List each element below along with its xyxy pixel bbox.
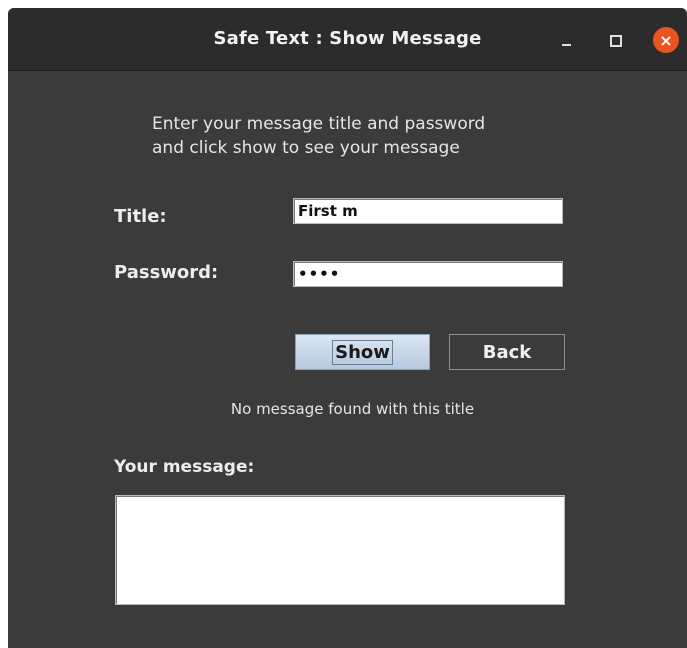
- title-label: Title:: [114, 206, 167, 227]
- title-input[interactable]: [293, 198, 563, 224]
- show-button-label: Show: [332, 339, 393, 365]
- message-label: Your message:: [114, 457, 255, 477]
- password-label: Password:: [114, 262, 219, 283]
- instructions-line-2: and click show to see your message: [152, 138, 460, 158]
- instructions-line-1: Enter your message title and password: [152, 114, 486, 134]
- app-window: Safe Text : Show Message × Enter your me…: [8, 8, 687, 648]
- status-message: No message found with this title: [230, 400, 475, 418]
- maximize-icon: [610, 35, 622, 47]
- message-textarea[interactable]: [115, 495, 565, 605]
- back-button[interactable]: Back: [449, 334, 565, 370]
- password-input[interactable]: [293, 261, 563, 287]
- maximize-button[interactable]: [603, 28, 629, 54]
- show-button[interactable]: Show: [295, 334, 430, 370]
- close-icon: ×: [659, 30, 673, 50]
- instructions: Enter your message title and password an…: [152, 112, 572, 160]
- minimize-icon: [561, 44, 571, 46]
- close-button[interactable]: ×: [653, 27, 679, 53]
- window-title: Safe Text : Show Message: [213, 28, 482, 49]
- title-bar[interactable]: Safe Text : Show Message ×: [8, 8, 687, 71]
- minimize-button[interactable]: [553, 28, 579, 54]
